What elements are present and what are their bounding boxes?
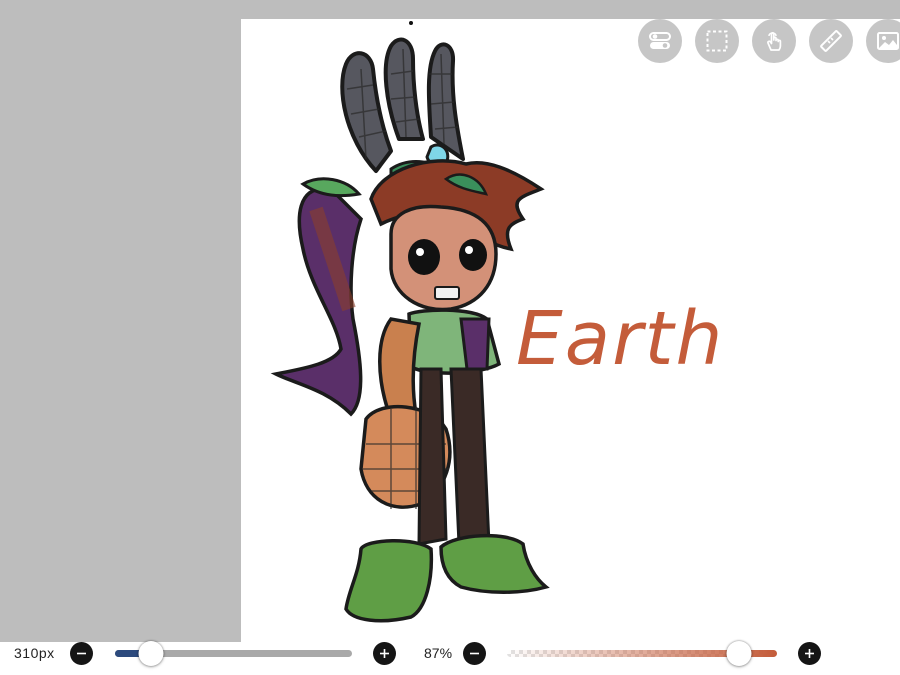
plus-icon xyxy=(380,649,389,658)
selection-button[interactable] xyxy=(695,19,739,63)
plus-icon xyxy=(805,649,814,658)
top-toolbar xyxy=(638,19,900,63)
workspace: Earth xyxy=(0,0,900,647)
selection-icon xyxy=(706,30,728,52)
ruler-button[interactable] xyxy=(809,19,853,63)
opacity-thumb[interactable] xyxy=(726,641,752,666)
drawing-app: Earth 310px 87% xyxy=(0,0,900,675)
drawing-canvas[interactable]: Earth xyxy=(241,19,900,647)
touch-gesture-button[interactable] xyxy=(752,19,796,63)
image-button[interactable] xyxy=(866,19,900,63)
toggle-icon xyxy=(649,32,671,49)
brush-controls-bar: 310px 87% xyxy=(0,641,900,675)
earth-text-art: Earth xyxy=(516,296,724,382)
character-artwork: Earth xyxy=(270,21,724,623)
touch-gesture-icon xyxy=(767,32,782,51)
increase-opacity-button[interactable] xyxy=(798,642,821,665)
opacity-value: 87% xyxy=(424,645,453,661)
decrease-size-button[interactable] xyxy=(70,642,93,665)
image-icon xyxy=(877,32,899,50)
brush-size-value: 310px xyxy=(14,645,55,661)
toggle-button[interactable] xyxy=(638,19,682,63)
minus-icon xyxy=(77,652,86,655)
minus-icon xyxy=(470,652,479,655)
decrease-opacity-button[interactable] xyxy=(463,642,486,665)
increase-size-button[interactable] xyxy=(373,642,396,665)
ruler-icon xyxy=(820,30,842,52)
brush-size-thumb[interactable] xyxy=(138,641,164,666)
